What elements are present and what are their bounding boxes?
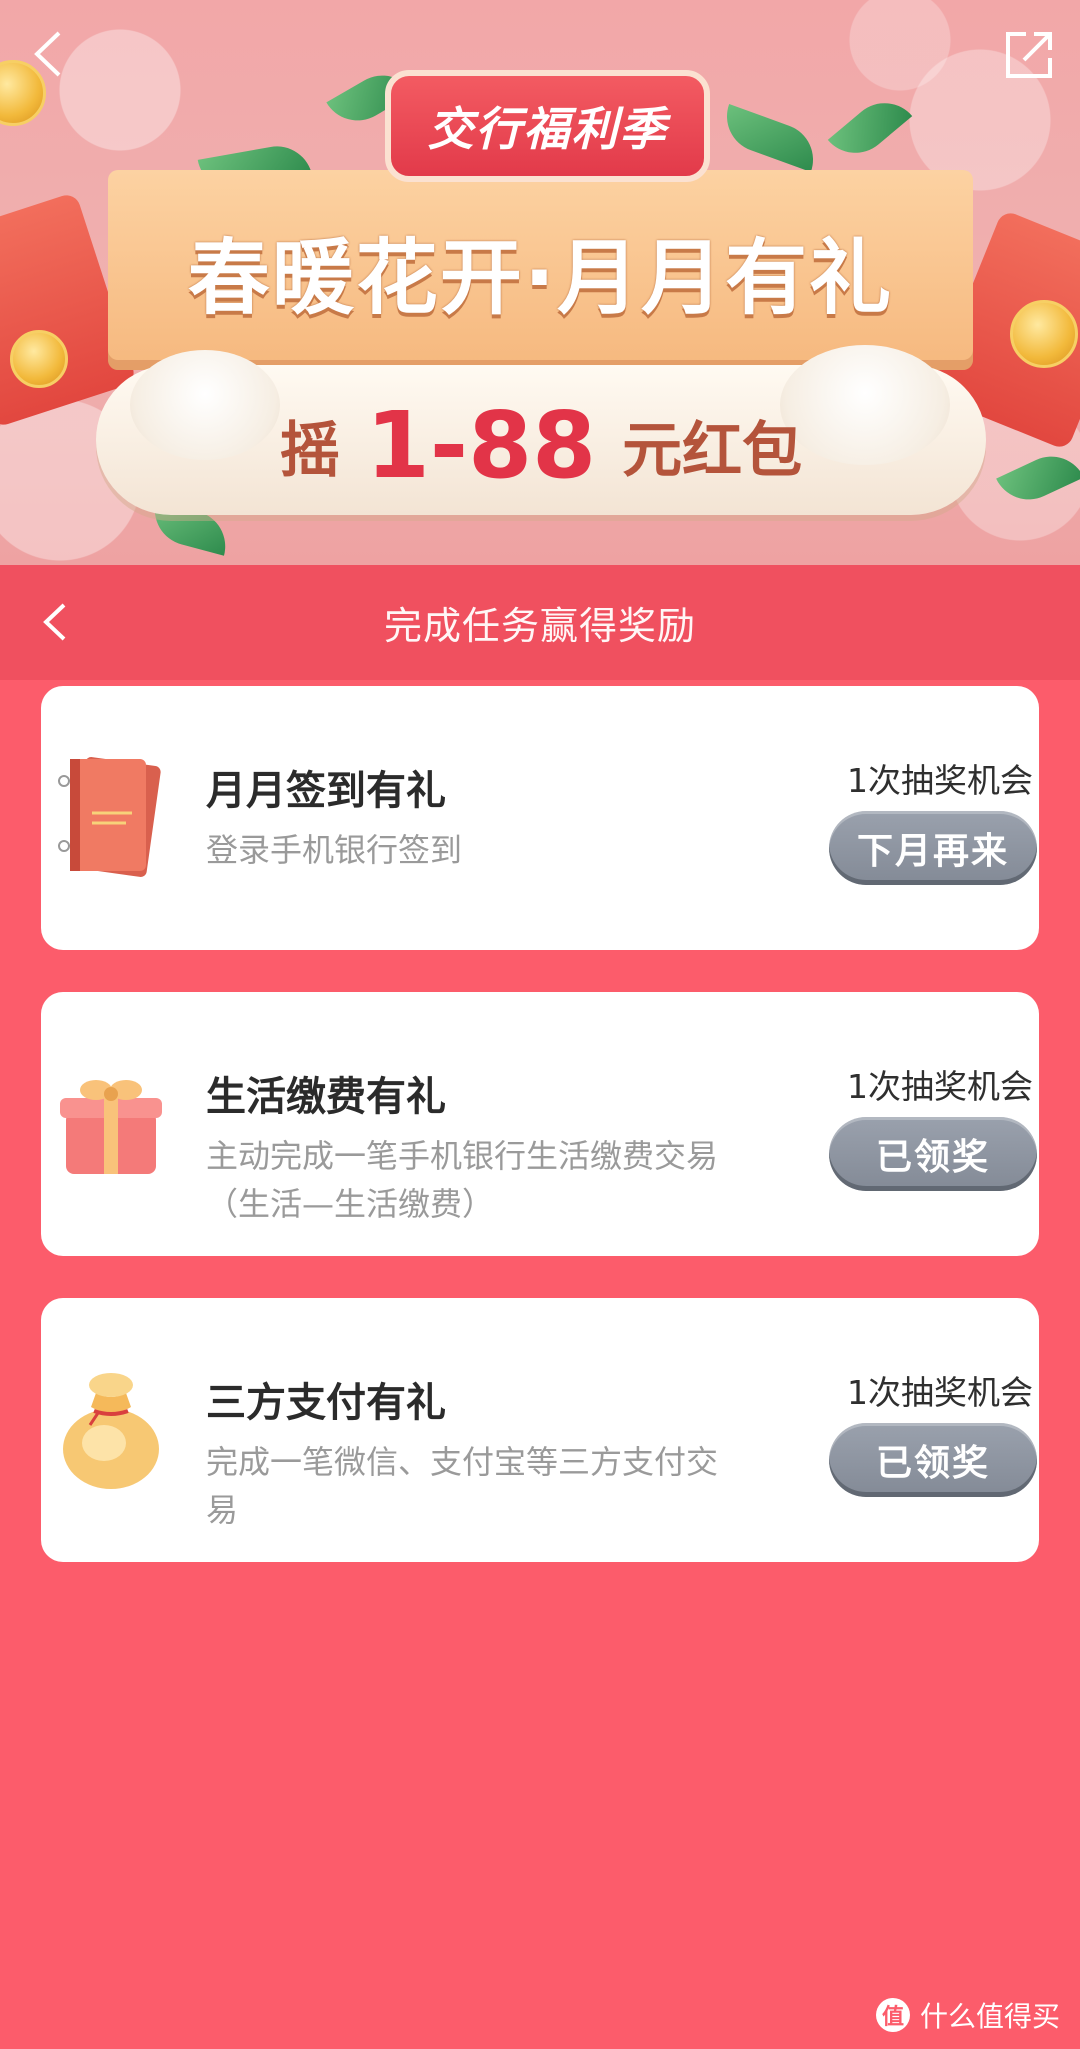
task-title: 生活缴费有礼 <box>206 1074 446 1120</box>
prize-line: 摇 1-88 元红包 <box>96 385 986 505</box>
leaf-decoration <box>827 88 913 168</box>
reward-claimed-button[interactable]: 已领奖 <box>829 1423 1037 1497</box>
task-title-bar: 完成任务赢得奖励 <box>0 565 1080 680</box>
task-lottery-chance: 1次抽奖机会 <box>847 761 1033 800</box>
back-icon[interactable] <box>18 24 78 84</box>
coin-decoration <box>10 330 68 388</box>
coin-decoration <box>1010 300 1078 368</box>
campaign-badge-text: 交行福利季 <box>427 102 668 156</box>
task-description: 登录手机银行签到 <box>206 831 463 869</box>
prize-suffix: 元红包 <box>622 415 803 486</box>
leaf-decoration <box>996 444 1080 512</box>
task-lottery-chance: 1次抽奖机会 <box>847 1067 1033 1106</box>
promo-banner: 春暖花开·月月有礼 交行福利季 摇 1-88 元红包 <box>0 0 1080 565</box>
come-back-next-month-button[interactable]: 下月再来 <box>829 811 1037 885</box>
watermark-text: 什么值得买 <box>919 2000 1060 2033</box>
reward-claimed-button[interactable]: 已领奖 <box>829 1117 1037 1191</box>
prize-prefix: 摇 <box>279 415 340 486</box>
gift-box-icon <box>51 1052 171 1192</box>
notebook-icon <box>51 746 171 886</box>
chevron-left-icon[interactable] <box>30 597 80 647</box>
task-lottery-chance: 1次抽奖机会 <box>847 1373 1033 1412</box>
campaign-badge: 交行福利季 <box>385 70 710 182</box>
task-card-checkin: 月月签到有礼 登录手机银行签到 1次抽奖机会 下月再来 <box>41 686 1039 950</box>
watermark-logo-icon: 值 <box>875 1998 910 2032</box>
task-card-third-party-payment: 三方支付有礼 完成一笔微信、支付宝等三方支付交易 1次抽奖机会 已领奖 <box>41 1298 1039 1562</box>
headline-board: 春暖花开·月月有礼 <box>108 170 973 370</box>
task-title: 三方支付有礼 <box>206 1380 446 1426</box>
prize-range: 1-88 <box>365 391 597 499</box>
task-card-utility-payment: 生活缴费有礼 主动完成一笔手机银行生活缴费交易（生活—生活缴费） 1次抽奖机会 … <box>41 992 1039 1256</box>
watermark: 值 什么值得买 <box>875 1995 1060 2035</box>
task-description: 主动完成一笔手机银行生活缴费交易（生活—生活缴费） <box>206 1137 719 1223</box>
task-description: 完成一笔微信、支付宝等三方支付交易 <box>206 1443 719 1529</box>
page-title: 完成任务赢得奖励 <box>383 604 696 648</box>
share-external-icon[interactable] <box>1000 24 1060 84</box>
leaf-decoration <box>716 103 824 173</box>
money-bag-icon <box>51 1358 171 1498</box>
banner-headline: 春暖花开·月月有礼 <box>187 230 894 326</box>
task-title: 月月签到有礼 <box>206 768 446 814</box>
